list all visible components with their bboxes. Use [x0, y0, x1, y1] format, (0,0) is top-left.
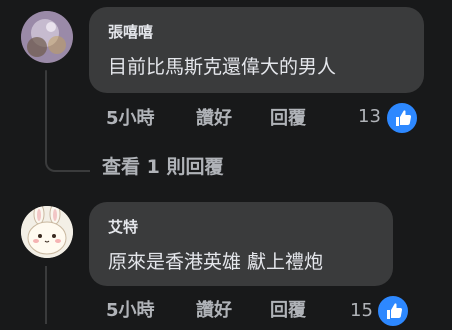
like-button[interactable]: 讚好: [196, 104, 232, 130]
comment-timestamp[interactable]: 5小時: [106, 104, 155, 130]
comment-text: 目前比馬斯克還偉大的男人: [108, 56, 337, 78]
reaction-count[interactable]: 15: [350, 300, 373, 321]
reaction-count[interactable]: 13: [358, 106, 381, 127]
view-replies-link[interactable]: 查看 1 則回覆: [102, 152, 223, 179]
thread-connector-line: [45, 70, 47, 162]
comment-author[interactable]: 張嘻嘻: [108, 21, 153, 42]
thumbs-up-icon[interactable]: [376, 294, 410, 328]
comment-bubble: 艾特 原來是香港英雄 獻上禮炮: [89, 202, 393, 286]
thread-connector-curve: [45, 160, 90, 172]
reply-button[interactable]: 回覆: [270, 296, 306, 322]
thumbs-up-icon[interactable]: [385, 101, 419, 135]
like-button[interactable]: 讚好: [196, 296, 232, 322]
comment-timestamp[interactable]: 5小時: [106, 296, 155, 322]
comment-text: 原來是香港英雄 獻上禮炮: [108, 251, 324, 273]
thread-connector-line-2: [45, 266, 47, 324]
comment-author[interactable]: 艾特: [108, 216, 138, 237]
comment-bubble: 張嘻嘻 目前比馬斯克還偉大的男人: [89, 7, 424, 93]
bunny-avatar-icon: [21, 206, 73, 258]
avatar[interactable]: [21, 11, 73, 63]
reply-button[interactable]: 回覆: [270, 104, 306, 130]
avatar-image-icon: [21, 11, 73, 63]
avatar[interactable]: [21, 206, 73, 258]
